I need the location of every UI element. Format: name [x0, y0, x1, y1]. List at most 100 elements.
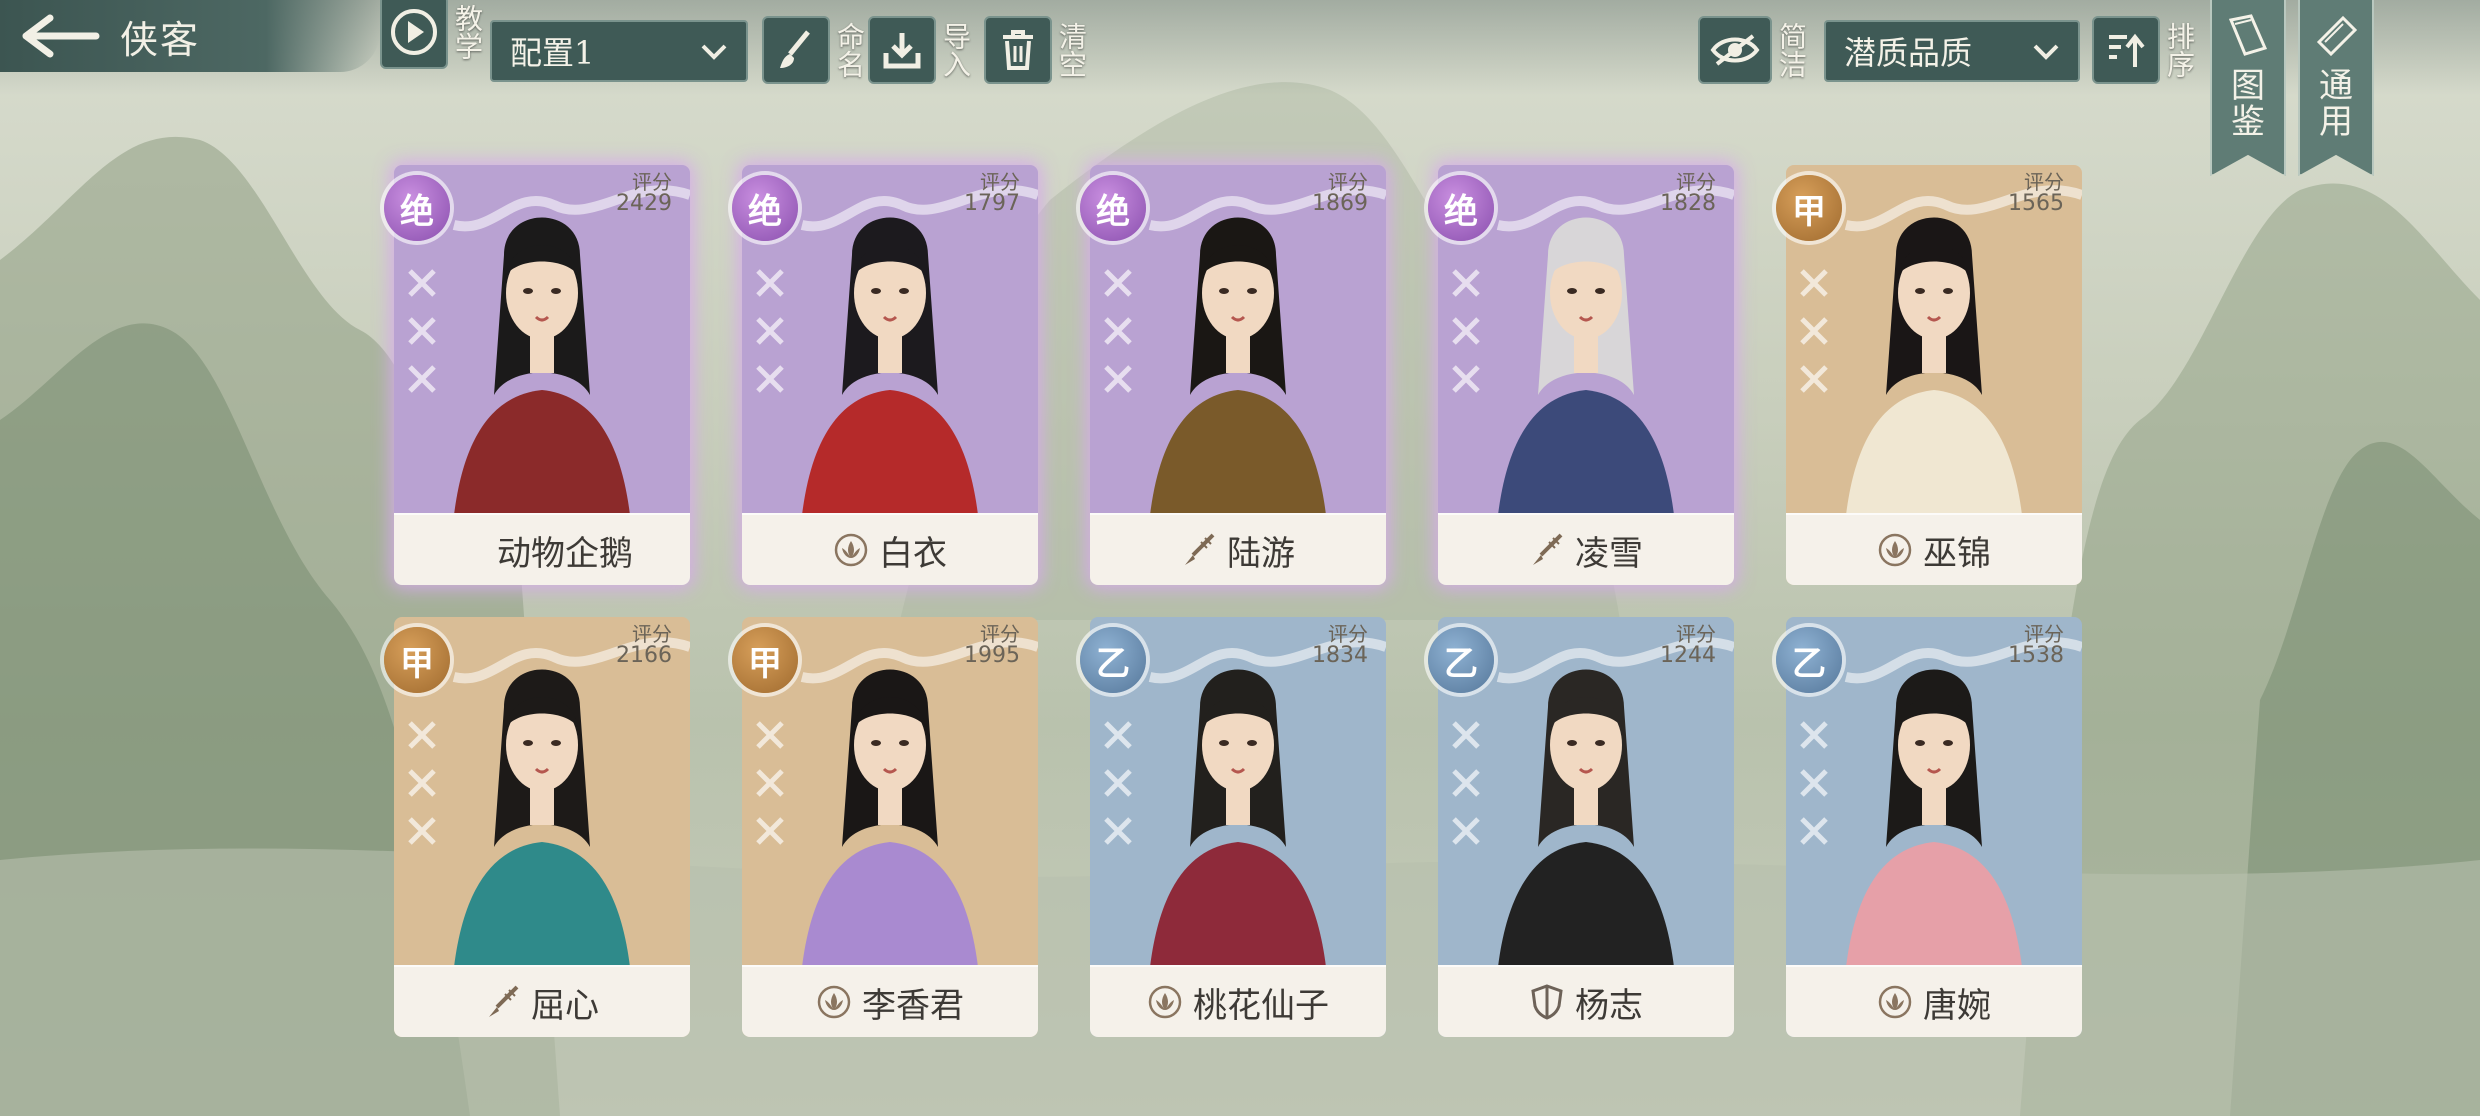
score-value: 1797 [964, 191, 1020, 216]
star-rating-icon [750, 261, 790, 415]
name-strip: 杨志 [1438, 965, 1734, 1037]
score-value: 2429 [616, 191, 672, 216]
score-value: 2166 [616, 643, 672, 668]
star-rating-icon [1098, 261, 1138, 415]
star-rating-icon [750, 713, 790, 867]
character-card[interactable]: 动物企鹅 绝 评分 2429 [384, 165, 690, 585]
score-display: 评分 2429 [616, 171, 672, 215]
back-arrow-icon [0, 0, 120, 72]
grade-badge: 绝 [732, 175, 798, 241]
score-label: 评分 [980, 622, 1020, 646]
general-label: 通用 [2319, 66, 2353, 142]
grade-badge: 乙 [1080, 627, 1146, 693]
score-value: 1828 [1660, 191, 1716, 216]
name-strip: 李香君 [742, 965, 1038, 1037]
score-display: 评分 1565 [2008, 171, 2064, 215]
chevron-down-icon [700, 32, 728, 70]
score-value: 1565 [2008, 191, 2064, 216]
rename-button[interactable]: 命名 [762, 16, 866, 84]
scroll-icon [2313, 12, 2359, 62]
brush-icon [485, 984, 521, 1020]
import-label: 导入 [939, 22, 972, 78]
chevron-down-icon [2032, 32, 2060, 70]
character-card[interactable]: 屈心 甲 评分 2166 [384, 617, 690, 1037]
rename-label: 命名 [833, 22, 866, 78]
grade-badge: 甲 [732, 627, 798, 693]
star-rating-icon [1446, 261, 1486, 415]
character-name: 屈心 [531, 985, 599, 1026]
score-value: 1995 [964, 643, 1020, 668]
character-card[interactable]: 杨志 乙 评分 1244 [1428, 617, 1734, 1037]
tutorial-button[interactable]: 教学 [380, 0, 484, 69]
grade-badge: 乙 [1776, 627, 1842, 693]
star-rating-icon [1794, 713, 1834, 867]
grade-badge: 甲 [384, 627, 450, 693]
gallery-label: 图鉴 [2231, 66, 2265, 142]
sort-label: 排序 [2163, 22, 2196, 78]
score-value: 1869 [1312, 191, 1368, 216]
name-strip: 屈心 [394, 965, 690, 1037]
clear-button[interactable]: 清空 [984, 16, 1088, 84]
score-label: 评分 [1328, 170, 1368, 194]
star-rating-icon [402, 261, 442, 415]
gallery-button[interactable]: 图鉴 [2210, 0, 2286, 176]
eye-slash-icon [1698, 16, 1772, 84]
book-icon [2225, 12, 2271, 62]
star-rating-icon [1098, 713, 1138, 867]
shield-icon [1529, 984, 1565, 1020]
score-value: 1834 [1312, 643, 1368, 668]
score-label: 评分 [2024, 170, 2064, 194]
download-icon [868, 16, 936, 84]
sort-select-value: 潜质品质 [1844, 34, 1973, 72]
score-display: 评分 1828 [1660, 171, 1716, 215]
score-display: 评分 2166 [616, 623, 672, 667]
back-button[interactable]: 侠客 [0, 0, 380, 72]
character-card[interactable]: 唐婉 乙 评分 1538 [1776, 617, 2082, 1037]
grade-badge: 乙 [1428, 627, 1494, 693]
play-icon [380, 0, 448, 69]
clear-label: 清空 [1055, 22, 1088, 78]
name-strip: 唐婉 [1786, 965, 2082, 1037]
character-name: 李香君 [862, 985, 964, 1026]
page-title: 侠客 [120, 17, 201, 62]
sort-icon [2092, 16, 2160, 84]
score-display: 评分 1244 [1660, 623, 1716, 667]
lotus-icon [816, 984, 852, 1020]
character-card[interactable]: 陆游 绝 评分 1869 [1080, 165, 1386, 585]
character-name: 桃花仙子 [1193, 985, 1329, 1026]
score-label: 评分 [1676, 622, 1716, 646]
score-display: 评分 1834 [1312, 623, 1368, 667]
score-display: 评分 1995 [964, 623, 1020, 667]
brush-icon [762, 16, 830, 84]
config-select[interactable]: 配置1 [490, 20, 748, 82]
grade-badge: 甲 [1776, 175, 1842, 241]
lotus-icon [833, 532, 869, 568]
name-strip: 白衣 [742, 513, 1038, 585]
name-strip: 动物企鹅 [394, 513, 690, 585]
lotus-icon [1877, 984, 1913, 1020]
config-select-value: 配置1 [510, 34, 595, 72]
character-name: 动物企鹅 [497, 533, 633, 574]
character-card[interactable]: 桃花仙子 乙 评分 1834 [1080, 617, 1386, 1037]
score-label: 评分 [980, 170, 1020, 194]
grade-badge: 绝 [1080, 175, 1146, 241]
grade-badge: 绝 [1428, 175, 1494, 241]
import-button[interactable]: 导入 [868, 16, 972, 84]
sort-button[interactable]: 排序 [2092, 16, 2196, 84]
brush-icon [1529, 532, 1565, 568]
sort-select[interactable]: 潜质品质 [1824, 20, 2080, 82]
simple-view-toggle[interactable]: 简洁 [1698, 16, 1808, 84]
class-icon [451, 532, 487, 568]
character-card[interactable]: 凌雪 绝 评分 1828 [1428, 165, 1734, 585]
lotus-icon [1147, 984, 1183, 1020]
general-button[interactable]: 通用 [2298, 0, 2374, 176]
trash-icon [984, 16, 1052, 84]
score-value: 1538 [2008, 643, 2064, 668]
lotus-icon [1877, 532, 1913, 568]
simple-label: 简洁 [1775, 22, 1808, 78]
character-card[interactable]: 巫锦 甲 评分 1565 [1776, 165, 2082, 585]
character-card[interactable]: 白衣 绝 评分 1797 [732, 165, 1038, 585]
score-label: 评分 [632, 170, 672, 194]
name-strip: 陆游 [1090, 513, 1386, 585]
character-card[interactable]: 李香君 甲 评分 1995 [732, 617, 1038, 1037]
